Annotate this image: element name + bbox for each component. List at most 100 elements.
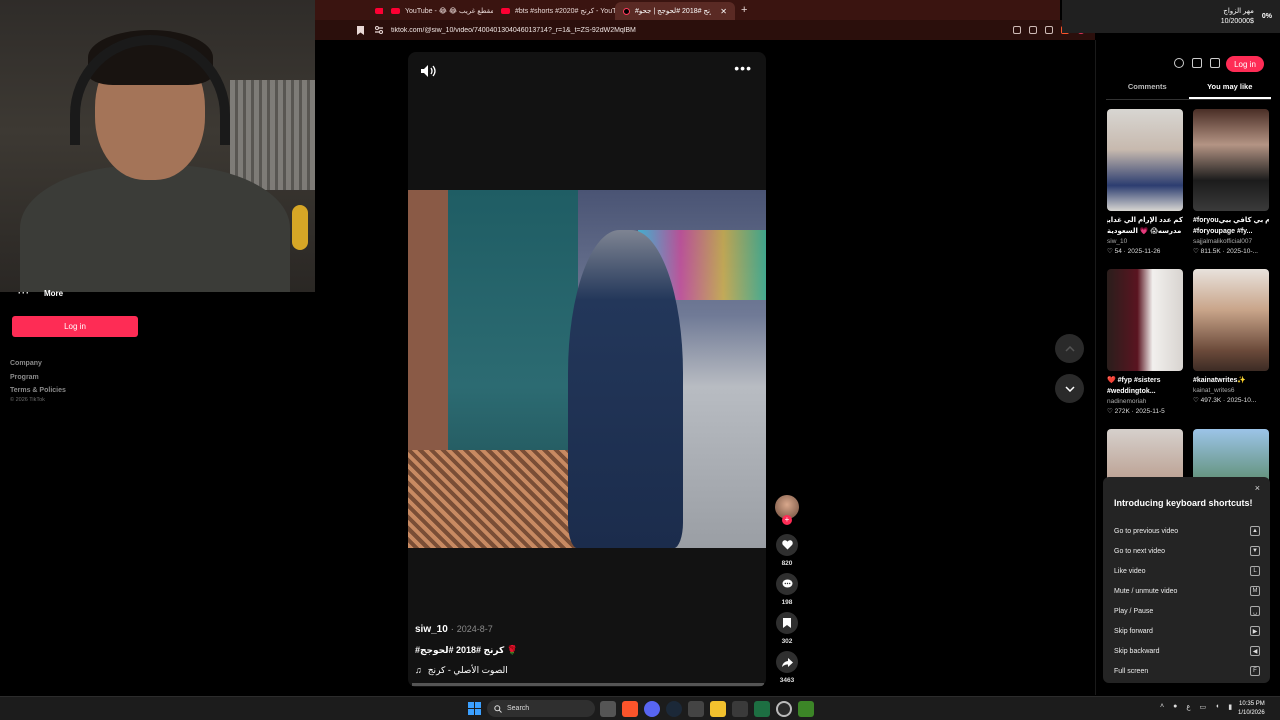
video-player[interactable]: ••• siw_10 · 2024-8-7 #كرنج #2018 #لحوجج… <box>408 52 766 687</box>
store-icon[interactable] <box>732 701 748 717</box>
music-note-icon: ♫ <box>415 665 422 675</box>
tiktok-icon <box>623 7 630 15</box>
follow-plus-icon[interactable]: + <box>782 515 792 525</box>
more-dots-icon: ··· <box>18 288 30 298</box>
taskbar-clock[interactable]: 10:35 PM 1/10/2026 <box>1238 700 1265 718</box>
site-settings-icon[interactable] <box>373 24 385 36</box>
panel-login-button[interactable]: Log in <box>1226 56 1264 72</box>
close-tab-icon[interactable]: ✕ <box>720 7 727 16</box>
tab-comments[interactable]: Comments <box>1106 82 1189 99</box>
task-view-icon[interactable] <box>600 701 616 717</box>
screen: YouTube - 😂 😂 مقطع غريب #bts #shorts #20… <box>0 0 1280 720</box>
login-button[interactable]: Log in <box>12 316 138 337</box>
youtube-icon <box>501 8 510 14</box>
footer-link-terms[interactable]: Terms & Policies <box>10 384 66 398</box>
rec-thumbnail[interactable] <box>1107 109 1183 211</box>
key-m-icon: M <box>1250 586 1260 596</box>
browser-tab-2[interactable]: YouTube - 😂 😂 مقطع غريب <box>383 2 493 20</box>
person-figure <box>568 230 683 548</box>
goal-widget: مهر الزواج 10/20000$ 0% <box>1062 0 1280 33</box>
video-music[interactable]: ♫ الصوت الأصلي - كرنج <box>415 665 508 676</box>
phone-icon[interactable] <box>1192 58 1202 68</box>
battery-icon[interactable]: ▮ <box>1228 703 1232 711</box>
tiled-floor <box>408 450 578 548</box>
url-field[interactable]: tiktok.com/@siw_10/video/740040130404601… <box>391 27 1013 34</box>
rec-thumbnail[interactable] <box>1193 109 1269 211</box>
browser-tab-1[interactable] <box>315 2 383 20</box>
rec-card[interactable]: #foryouلام بي كافي بيي #foryoupage #fy..… <box>1193 109 1269 257</box>
bookmark-icon <box>783 618 791 628</box>
sidebar-item-more[interactable]: ··· More <box>18 288 63 298</box>
discord-icon[interactable] <box>644 701 660 717</box>
microphone-icon[interactable]: ● <box>1173 703 1177 711</box>
browser-tab-3[interactable]: #bts #shorts #2020# كرنج - YouTube <box>493 2 615 20</box>
rec-meta: ♡ 54 · 2025-11-26 <box>1107 248 1161 255</box>
like-button[interactable] <box>776 534 798 556</box>
volume-icon[interactable] <box>420 64 436 78</box>
rec-title: ❤️ #fyp #sisters <box>1107 377 1161 384</box>
rec-title-line2: #weddingtok... <box>1107 388 1156 395</box>
search-icon <box>494 704 502 713</box>
comment-button[interactable] <box>776 573 798 595</box>
network-icon[interactable]: ▭ <box>1200 703 1207 711</box>
video-date: 2024-8-7 <box>456 624 493 634</box>
volume-icon[interactable]: ◖ <box>1215 703 1219 711</box>
cast-icon[interactable] <box>1029 26 1037 34</box>
rec-user[interactable]: sajjalmalikofficial007 <box>1193 237 1269 247</box>
taskbar-apps <box>600 701 814 717</box>
share-button[interactable] <box>776 651 798 673</box>
video-hashtags[interactable]: #كرنج #2018 #لحوجج 🌹 <box>415 645 518 656</box>
excel-icon[interactable] <box>754 701 770 717</box>
shortcut-row: Skip backward ◀ <box>1114 641 1260 661</box>
app-icon[interactable] <box>688 701 704 717</box>
video-progress-bar[interactable] <box>412 683 764 686</box>
video-frame[interactable] <box>408 190 766 548</box>
previous-video-button[interactable] <box>1055 334 1084 363</box>
like-count: 820 <box>781 560 793 567</box>
brave-browser-icon[interactable] <box>622 701 638 717</box>
key-right-icon: ▶ <box>1250 626 1260 636</box>
rec-card[interactable]: ❤️ #fyp #sisters #weddingtok... nadinemo… <box>1107 269 1183 417</box>
more-options-icon[interactable]: ••• <box>734 60 752 76</box>
save-button[interactable] <box>776 612 798 634</box>
share-count: 3463 <box>779 677 795 684</box>
keyboard-shortcuts-popup: × Introducing keyboard shortcuts! Go to … <box>1103 477 1270 683</box>
compass-icon[interactable] <box>1174 58 1184 68</box>
file-explorer-icon[interactable] <box>710 701 726 717</box>
rec-card[interactable]: كم عدد الإرام الي غدايها في مدرسه😱 💗 الس… <box>1107 109 1183 257</box>
obs-icon[interactable] <box>776 701 792 717</box>
share-icon[interactable] <box>1045 26 1053 34</box>
footer-link-program[interactable]: Program <box>10 371 66 385</box>
no-tracking-icon[interactable] <box>1013 26 1021 34</box>
video-author[interactable]: siw_10 <box>415 624 448 635</box>
rec-user[interactable]: kainat_writes6 <box>1193 386 1269 396</box>
browser-tab-active[interactable]: #كرنج #2018 #لحوجج | جحو ...✕ <box>615 2 735 20</box>
rec-card[interactable]: #kainatwrites✨ kainat_writes6 ♡ 497.3K ·… <box>1193 269 1269 406</box>
tab-you-may-like[interactable]: You may like <box>1188 82 1271 99</box>
close-icon[interactable]: × <box>1255 483 1260 493</box>
windows-start-icon[interactable] <box>468 702 481 715</box>
steam-icon[interactable] <box>666 701 682 717</box>
rec-thumbnail[interactable] <box>1193 269 1269 371</box>
bookmark-icon[interactable] <box>353 24 367 36</box>
taskbar-search[interactable]: Search <box>487 700 595 717</box>
toy <box>292 205 308 250</box>
next-video-button[interactable] <box>1055 374 1084 403</box>
minecraft-icon[interactable] <box>798 701 814 717</box>
new-tab-button[interactable]: + <box>735 4 747 16</box>
key-l-icon: L <box>1250 566 1260 576</box>
chevron-down-icon <box>1064 385 1075 392</box>
rec-title-line2: #foryoupage #fy... <box>1193 228 1253 235</box>
footer-link-company[interactable]: Company <box>10 357 66 371</box>
shortcut-row: Like video L <box>1114 561 1260 581</box>
rec-user[interactable]: nadinemoriah <box>1107 397 1183 407</box>
goal-percent: 0% <box>1261 13 1272 20</box>
chevron-up-icon[interactable]: ˄ <box>1160 703 1164 711</box>
input-icon[interactable]: ع <box>1186 703 1190 711</box>
rec-thumbnail[interactable] <box>1107 269 1183 371</box>
rec-user[interactable]: siw_10 <box>1107 237 1183 247</box>
popup-title: Introducing keyboard shortcuts! <box>1114 498 1253 508</box>
download-icon[interactable] <box>1210 58 1220 68</box>
copyright: © 2026 TikTok <box>10 397 45 403</box>
comment-icon <box>782 579 792 588</box>
